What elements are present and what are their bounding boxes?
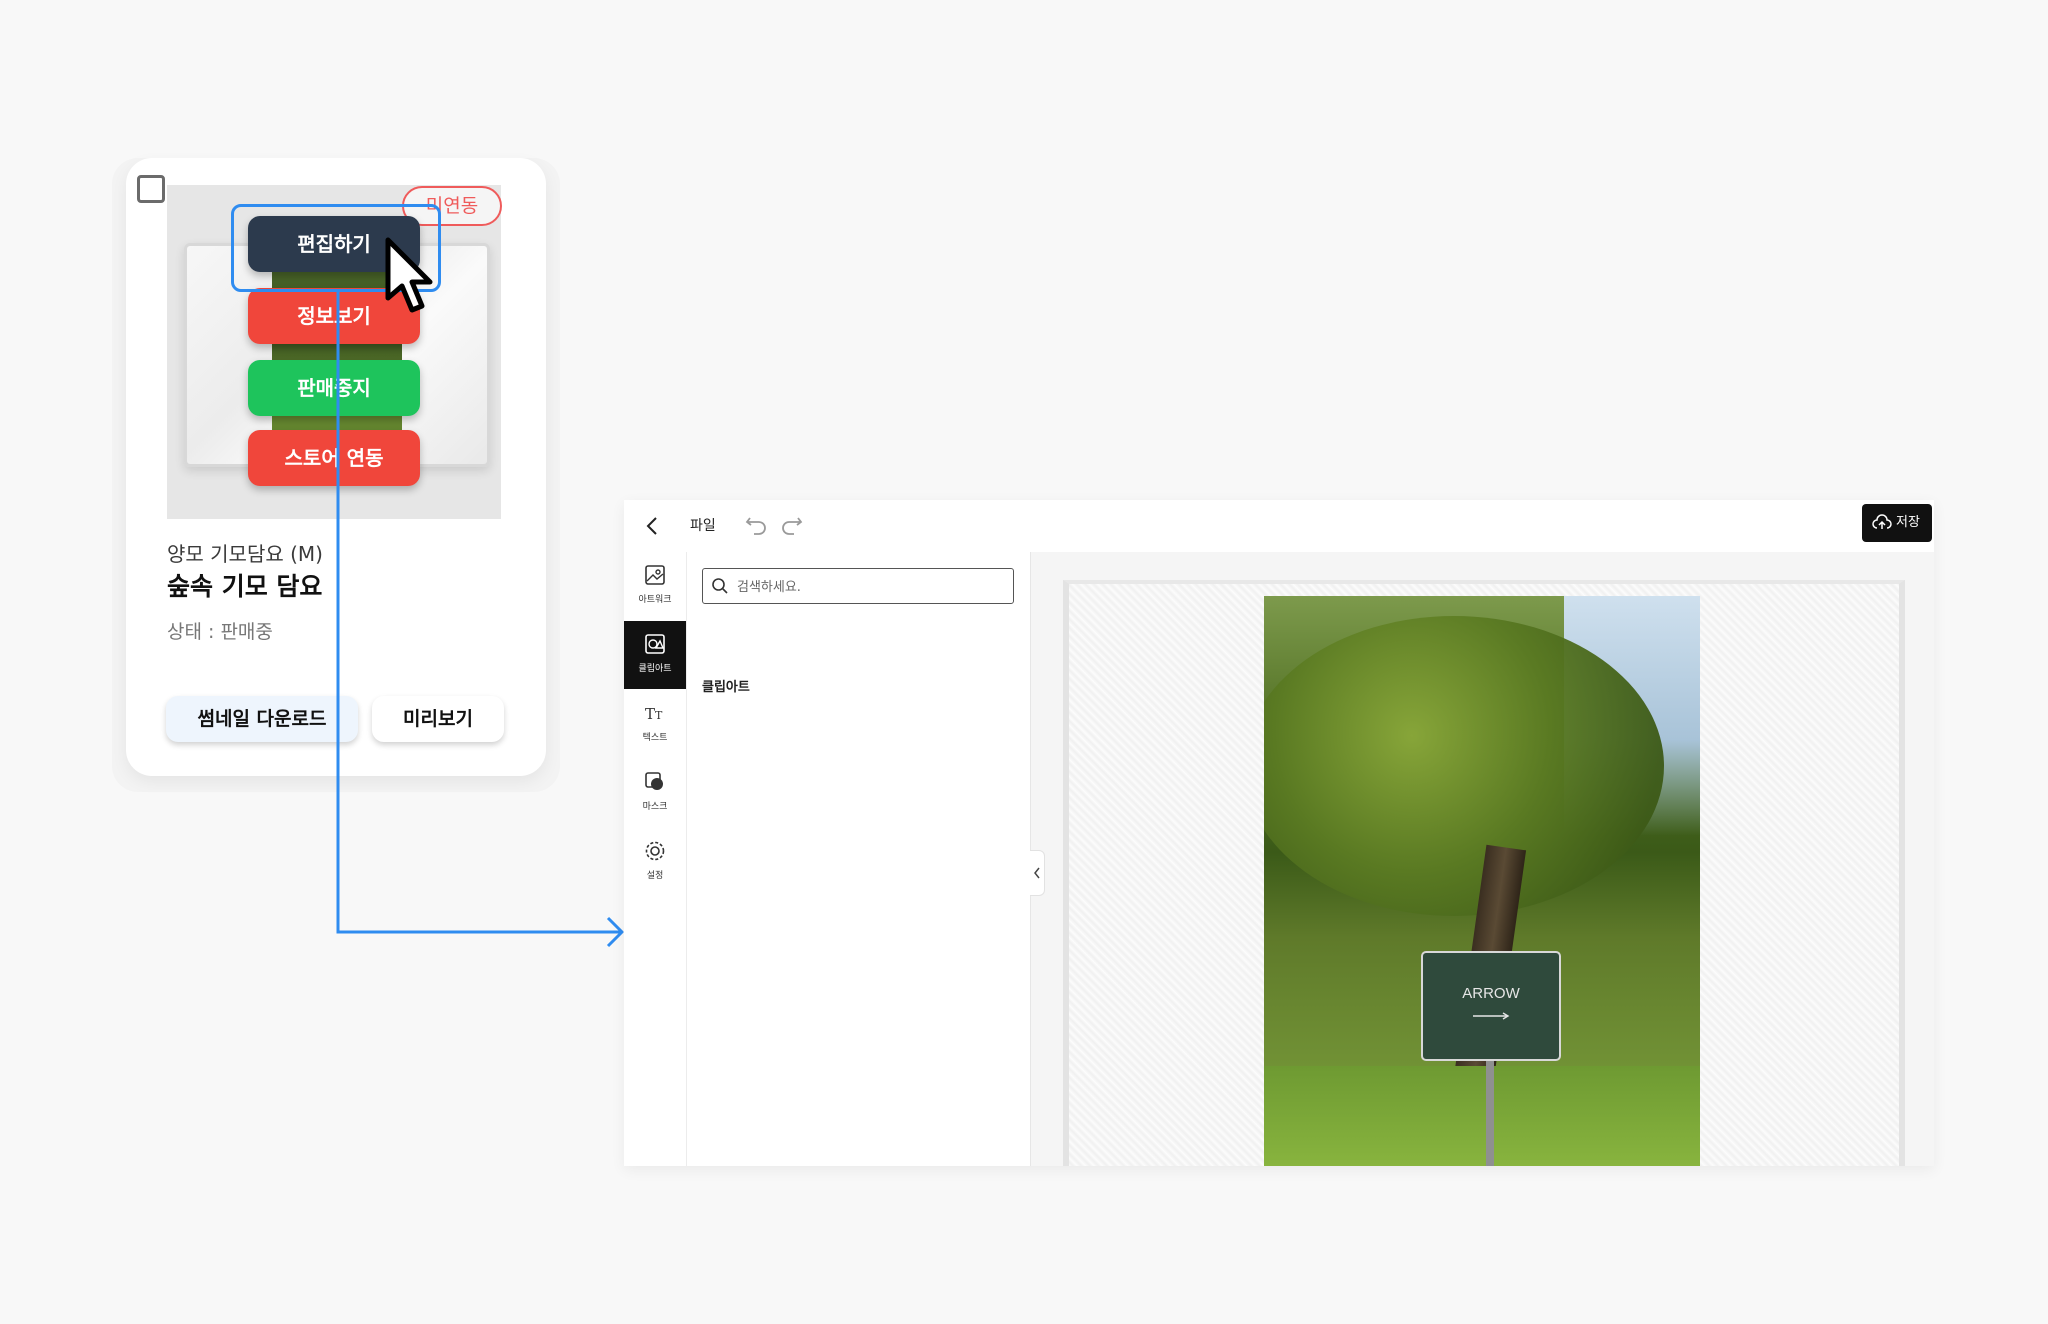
sign-text: ARROW xyxy=(1462,985,1520,1002)
text-icon: T T xyxy=(645,705,663,723)
save-button[interactable]: 저장 xyxy=(1862,504,1932,542)
placed-photo[interactable]: ARROW xyxy=(1264,596,1700,1166)
svg-text:T: T xyxy=(655,709,663,722)
photo-sign: ARROW xyxy=(1421,951,1561,1061)
search-input[interactable] xyxy=(735,575,1009,599)
rail-item-settings[interactable]: 설정 xyxy=(624,828,686,896)
sign-post xyxy=(1486,1057,1494,1166)
rail-label: 클립아트 xyxy=(638,664,672,674)
preview-button[interactable]: 미리보기 xyxy=(372,696,504,742)
panel-heading: 클립아트 xyxy=(702,680,750,695)
mask-icon xyxy=(645,772,663,790)
rail-label: 마스크 xyxy=(642,802,668,812)
tool-rail: 아트워크 클립아트 T T 텍스트 마스크 설정 xyxy=(624,552,687,1166)
status-value: 판매중 xyxy=(220,621,273,643)
cloud-upload-icon xyxy=(1872,514,1892,529)
rail-item-text[interactable]: T T 텍스트 xyxy=(624,690,686,758)
search-icon xyxy=(712,578,728,594)
store-link-button[interactable]: 스토어 연동 xyxy=(248,430,420,486)
editor-window: 파일 저장 아트워크 클립아트 T T 텍스트 마스크 설정 검색하세요. 클립… xyxy=(624,500,1934,1166)
gear-icon xyxy=(645,841,665,861)
redo-icon[interactable] xyxy=(778,510,806,538)
file-menu[interactable]: 파일 xyxy=(690,515,716,535)
thumbnail-download-button[interactable]: 썸네일 다운로드 xyxy=(166,696,358,742)
rail-label: 텍스트 xyxy=(642,733,668,743)
select-checkbox[interactable] xyxy=(137,175,165,203)
design-canvas[interactable]: ARROW xyxy=(1031,552,1934,1166)
svg-text:T: T xyxy=(645,705,655,723)
image-icon xyxy=(645,565,665,585)
rail-item-mask[interactable]: 마스크 xyxy=(624,759,686,827)
back-arrow-icon[interactable] xyxy=(642,514,664,538)
photo-grass xyxy=(1264,1066,1700,1166)
product-title: 숲속 기모 담요 xyxy=(167,572,323,601)
rail-label: 설정 xyxy=(646,871,664,881)
product-subtitle: 양모 기모담요 (M) xyxy=(167,542,323,566)
chevron-left-icon xyxy=(1034,867,1040,879)
photo-tree-canopy xyxy=(1264,616,1664,916)
rail-label: 아트워크 xyxy=(638,595,672,605)
stop-sale-button[interactable]: 판매중지 xyxy=(248,360,420,416)
rail-item-artwork[interactable]: 아트워크 xyxy=(624,552,686,620)
product-status: 상태 : 판매중 xyxy=(167,617,273,644)
rail-item-clipart[interactable]: 클립아트 xyxy=(624,621,686,689)
search-box xyxy=(702,568,1014,604)
clipart-panel: 클립아트 xyxy=(687,552,1031,1166)
arrow-right-icon xyxy=(1473,1012,1510,1020)
save-label: 저장 xyxy=(1896,515,1920,530)
clipart-icon xyxy=(645,634,665,654)
undo-icon[interactable] xyxy=(742,510,770,538)
mouse-cursor-icon xyxy=(385,237,433,313)
status-label: 상태 : xyxy=(167,621,221,643)
editor-topbar: 파일 저장 xyxy=(624,500,1934,553)
panel-collapse-handle[interactable] xyxy=(1030,850,1045,896)
